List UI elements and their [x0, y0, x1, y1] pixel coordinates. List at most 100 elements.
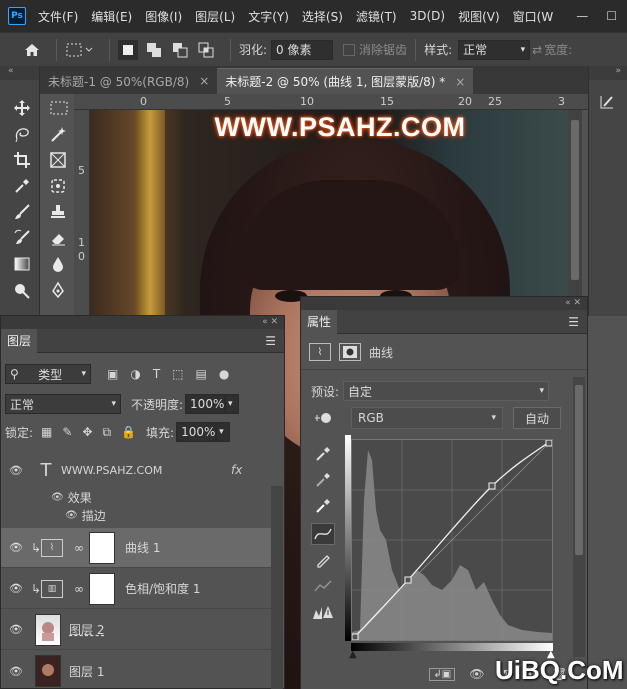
tab-document-1[interactable]: 未标题-1 @ 50%(RGB/8) ×	[40, 68, 218, 94]
panel-menu-icon[interactable]: ☰	[568, 315, 579, 329]
tab-layers[interactable]: 图层	[1, 328, 38, 353]
scrollbar-thumb[interactable]	[575, 385, 583, 555]
layer-row-layer-2[interactable]: 👁 图层 2	[1, 610, 271, 650]
brush-tool-icon[interactable]	[12, 202, 32, 222]
layer-kind-filter[interactable]: ⚲ 类型 ▾	[5, 364, 91, 384]
lock-all-icon[interactable]: 🔒	[121, 425, 136, 439]
lock-transparency-icon[interactable]: ▦	[41, 425, 52, 439]
magic-wand-tool-icon[interactable]	[48, 124, 68, 144]
stroke-effect-row[interactable]: 👁 描边	[1, 506, 271, 524]
scrollbar-thumb[interactable]	[571, 120, 579, 280]
curves-graph[interactable]	[351, 439, 553, 641]
feather-input[interactable]: 0 像素	[271, 39, 334, 60]
close-icon[interactable]: ×	[455, 75, 465, 89]
visibility-eye-icon[interactable]: 👁	[1, 665, 31, 678]
layer-row-hue-saturation[interactable]: 👁 ↳ ▥ ∞ 色相/饱和度 1	[1, 569, 271, 609]
visibility-eye-icon[interactable]: 👁	[1, 582, 31, 595]
frame-tool-icon[interactable]	[48, 150, 68, 170]
menu-layer[interactable]: 图层(L)	[195, 8, 235, 25]
panel-collapse[interactable]: « ✕	[301, 297, 587, 310]
curve-control-point[interactable]	[488, 482, 496, 490]
panel-collapse[interactable]: « ✕	[1, 316, 284, 329]
menu-3d[interactable]: 3D(D)	[410, 9, 445, 23]
spot-healing-tool-icon[interactable]	[48, 176, 68, 196]
filter-type-icon[interactable]: T	[153, 367, 160, 381]
lasso-tool-icon[interactable]	[12, 124, 32, 144]
menu-file[interactable]: 文件(F)	[38, 8, 78, 25]
opacity-dropdown[interactable]: ▾	[225, 394, 240, 414]
canvas-scrollbar[interactable]	[568, 110, 582, 300]
layer-mask-thumbnail[interactable]	[89, 572, 115, 605]
curve-control-point[interactable]	[351, 633, 359, 641]
clip-to-layer-icon[interactable]: ↲▣	[429, 667, 456, 681]
minimize-button[interactable]: —	[576, 9, 588, 23]
target-adjust-icon[interactable]	[311, 407, 335, 429]
menu-filter[interactable]: 滤镜(T)	[356, 8, 397, 25]
blend-mode-select[interactable]: 正常 ▾	[5, 394, 121, 414]
layer-row-layer-1[interactable]: 👁 图层 1	[1, 651, 271, 689]
history-brush-tool-icon[interactable]	[12, 228, 32, 248]
antialias-checkbox[interactable]	[343, 43, 356, 56]
tab-properties[interactable]: 属性	[301, 309, 338, 334]
add-selection-icon[interactable]	[144, 40, 164, 60]
lock-position-icon[interactable]: ✥	[82, 425, 92, 439]
curve-canvas[interactable]	[351, 439, 553, 641]
pencil-draw-icon[interactable]	[311, 549, 335, 571]
opacity-input[interactable]: 100%	[185, 394, 226, 414]
channel-select[interactable]: RGB ▾	[351, 407, 503, 429]
link-icon[interactable]: ∞	[73, 541, 85, 555]
layer-mask-thumbnail[interactable]	[89, 531, 115, 564]
lock-image-icon[interactable]: ✎	[62, 425, 72, 439]
curve-control-point[interactable]	[404, 576, 412, 584]
menu-image[interactable]: 图像(I)	[145, 8, 182, 25]
preset-select[interactable]: 自定 ▾	[343, 381, 550, 401]
subtract-selection-icon[interactable]	[170, 40, 190, 60]
move-tool-icon[interactable]	[12, 98, 32, 118]
black-point-eyedropper-icon[interactable]	[311, 443, 335, 465]
crop-tool-icon[interactable]	[12, 150, 32, 170]
visibility-eye-icon[interactable]: 👁	[51, 492, 64, 503]
properties-scrollbar[interactable]	[573, 377, 585, 657]
filter-smart-object-icon[interactable]: ▤	[196, 367, 207, 381]
eyedropper-tool-icon[interactable]	[12, 176, 32, 196]
pen-tool-icon[interactable]	[48, 280, 68, 300]
clipping-warning-icon[interactable]	[311, 601, 335, 623]
filter-pixel-icon[interactable]: ▣	[107, 367, 118, 381]
home-icon[interactable]	[22, 40, 42, 60]
blur-tool-icon[interactable]	[48, 254, 68, 274]
visibility-eye-icon[interactable]: 👁	[1, 464, 31, 477]
dodge-tool-icon[interactable]	[12, 280, 32, 300]
curves-adjustment-icon[interactable]: ⌇	[309, 343, 331, 361]
maximize-button[interactable]: ☐	[606, 9, 617, 23]
tab-document-2[interactable]: 未标题-2 @ 50% (曲线 1, 图层蒙版/8) * ×	[217, 68, 474, 94]
menu-select[interactable]: 选择(S)	[302, 8, 343, 25]
intersect-selection-icon[interactable]	[196, 40, 216, 60]
menu-edit[interactable]: 编辑(E)	[91, 8, 132, 25]
layers-scrollbar[interactable]	[271, 486, 283, 689]
stamp-tool-icon[interactable]	[48, 202, 68, 222]
fx-icon[interactable]: fx	[231, 463, 242, 477]
new-selection-icon[interactable]	[118, 39, 138, 60]
visibility-eye-icon[interactable]: 👁	[1, 541, 31, 554]
auto-button[interactable]: 自动	[513, 407, 561, 429]
layer-row-curves[interactable]: 👁 ↳ ⌇ ∞ 曲线 1	[1, 528, 271, 568]
white-point-eyedropper-icon[interactable]	[311, 495, 335, 517]
menu-view[interactable]: 视图(V)	[458, 8, 500, 25]
filter-shape-icon[interactable]: ⬚	[172, 367, 183, 381]
link-icon[interactable]: ∞	[73, 582, 85, 596]
visibility-eye-icon[interactable]: 👁	[1, 623, 31, 636]
gray-point-eyedropper-icon[interactable]	[311, 469, 335, 491]
effects-row[interactable]: 👁 效果	[1, 488, 271, 506]
mask-icon[interactable]	[339, 343, 361, 361]
brush-settings-icon[interactable]	[597, 92, 617, 112]
style-select[interactable]: 正常 ▾	[458, 39, 531, 60]
fill-dropdown[interactable]: ▾	[216, 422, 231, 442]
smooth-curve-icon[interactable]	[311, 575, 335, 597]
curve-control-point[interactable]	[545, 439, 553, 447]
menu-type[interactable]: 文字(Y)	[248, 8, 289, 25]
panel-expand[interactable]: »	[589, 66, 627, 80]
swap-icon[interactable]: ⇄	[532, 43, 542, 57]
filter-adjustment-icon[interactable]: ◑	[130, 367, 140, 381]
toolbar-collapse[interactable]: «	[0, 66, 39, 80]
layer-row-text[interactable]: 👁 T WWW.PSAHZ.COM fx	[1, 452, 271, 488]
